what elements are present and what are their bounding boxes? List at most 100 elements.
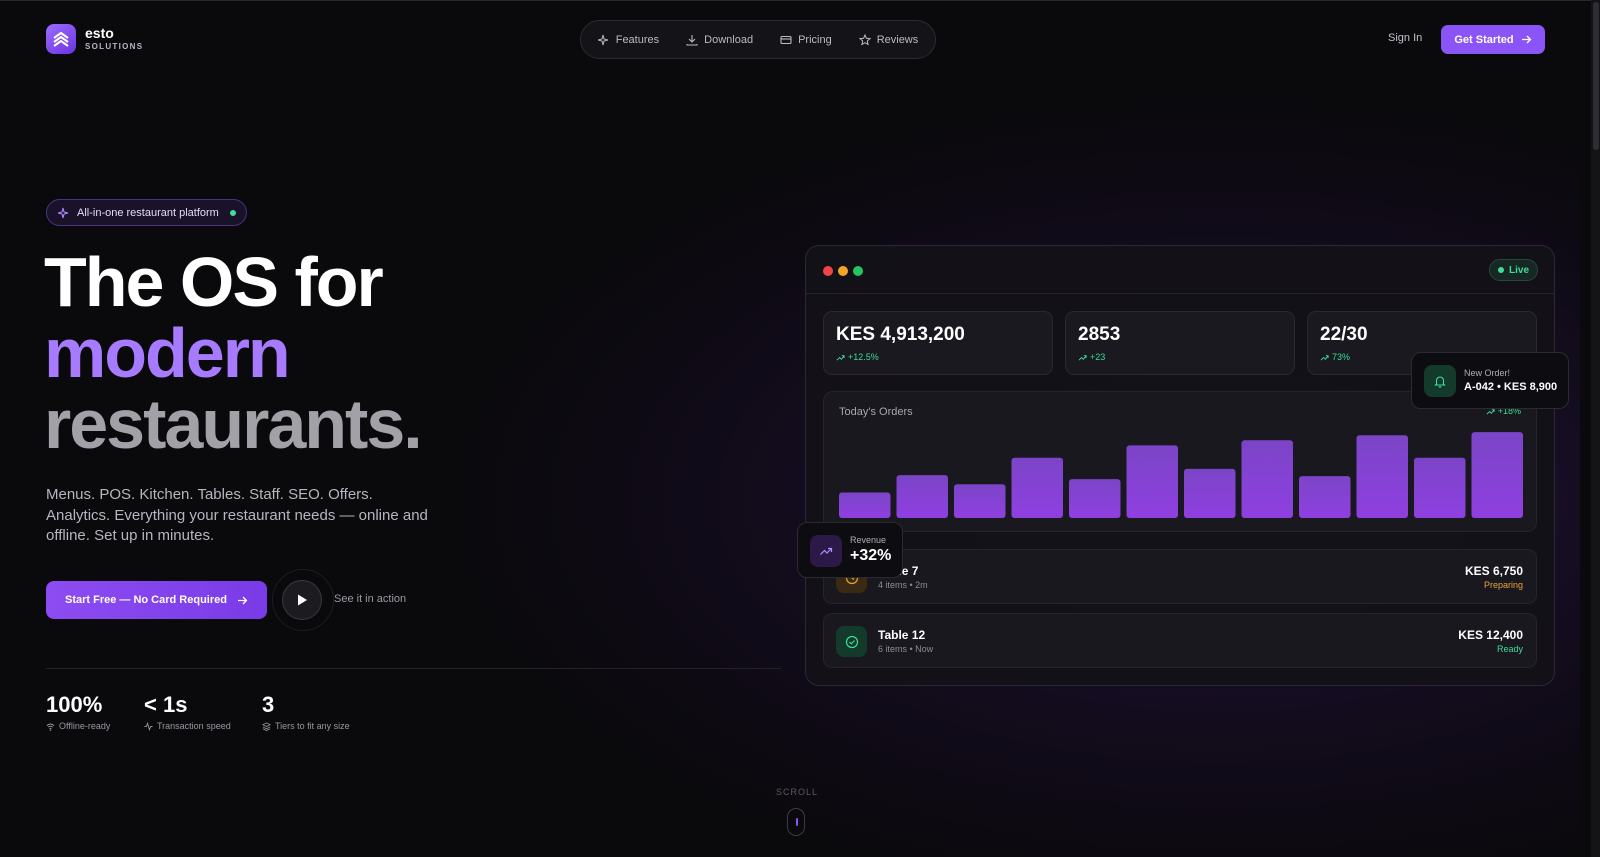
status-dot (229, 209, 236, 216)
order-row-table-12[interactable]: Table 12 6 items • Now KES 12,400 Ready (823, 613, 1537, 668)
chart-bar (954, 484, 1006, 518)
top-border (0, 0, 1600, 1)
chart-bar (896, 475, 948, 518)
kpi-value: KES 4,913,200 (836, 324, 965, 345)
kpi-revenue-card: KES 4,913,200 +12.5% (823, 311, 1053, 375)
headline-line-3: restaurants. (44, 385, 423, 463)
stat-label: Transaction speed (157, 721, 231, 731)
nav-label: Reviews (876, 33, 919, 46)
stat-label: Offline-ready (59, 721, 111, 731)
brand-tagline: SOLUTIONS (85, 41, 144, 51)
trending-up-icon (810, 535, 842, 567)
order-amount: KES 6,750 (1464, 564, 1523, 578)
start-free-label: Start Free — No Card Required (65, 594, 227, 606)
nav-item-download[interactable]: Download (686, 34, 753, 46)
credit-card-icon (780, 35, 792, 44)
chart-bar (1126, 445, 1178, 518)
scroll-wheel (796, 818, 798, 826)
hero-subcopy: Menus. POS. Kitchen. Tables. Staff. SEO.… (46, 486, 428, 544)
sign-in-link[interactable]: Sign In (1388, 32, 1422, 44)
order-status: Ready (1496, 644, 1523, 654)
hero-divider (46, 668, 781, 669)
play-video-button[interactable] (282, 580, 322, 620)
order-details: 4 items • 2m (878, 580, 928, 590)
arrow-right-icon (1521, 35, 1532, 44)
toast-title: New Order! (1464, 368, 1511, 378)
stat-value: < 1s (144, 692, 188, 717)
start-free-button[interactable]: Start Free — No Card Required (46, 581, 267, 619)
maximize-dot-icon (853, 266, 863, 276)
scrollbar-thumb[interactable] (1593, 2, 1599, 150)
close-dot-icon (823, 266, 833, 276)
kpi-value: 22/30 (1320, 324, 1368, 345)
live-badge: Live (1489, 259, 1539, 281)
brand-name: esto (85, 24, 114, 41)
minimize-dot-icon (838, 266, 848, 276)
nav-label: Pricing (798, 33, 832, 46)
window-titlebar: Live (806, 246, 1554, 294)
play-icon (298, 594, 307, 606)
headline-line-2: modern (44, 314, 291, 392)
scroll-indicator[interactable] (787, 808, 805, 836)
nav-item-pricing[interactable]: Pricing (780, 34, 832, 46)
trending-up-icon (836, 354, 845, 361)
wifi-icon (46, 723, 55, 731)
order-details: 6 items • Now (878, 644, 934, 654)
headline-line-1: The OS for (44, 243, 384, 321)
activity-icon (144, 721, 153, 731)
star-icon (858, 33, 871, 46)
dashboard-preview: Live KES 4,913,200 +12.5% 2853 +23 22/30… (805, 245, 1555, 686)
arrow-right-icon (237, 596, 248, 604)
scroll-label: SCROLL (776, 787, 819, 797)
order-table-name: Table 12 (878, 628, 926, 642)
revenue-label: Revenue (850, 535, 887, 545)
order-status: Preparing (1483, 580, 1523, 590)
order-amount: KES 12,400 (1458, 628, 1523, 642)
bell-icon (1424, 365, 1456, 397)
trending-up-icon (1078, 354, 1087, 361)
badge-label: All-in-one restaurant platform (77, 206, 219, 219)
page-scrollbar[interactable] (1591, 0, 1600, 857)
check-circle-icon (836, 626, 867, 657)
main-nav: Features Download Pricing Reviews (580, 20, 936, 59)
sparkles-icon (58, 207, 69, 218)
logo-mark-icon (46, 24, 76, 54)
stat-label: Tiers to fit any size (275, 721, 350, 731)
kpi-delta: 73% (1332, 352, 1351, 362)
stat-tiers: 3 Tiers to fit any size (262, 693, 350, 731)
get-started-button[interactable]: Get Started (1441, 25, 1545, 54)
chart-bar (1241, 440, 1293, 518)
chart-bar (1414, 457, 1466, 518)
trending-up-icon (1320, 354, 1329, 361)
stat-value: 100% (46, 692, 103, 717)
kpi-orders-card: 2853 +23 (1065, 311, 1295, 375)
kpi-delta: +23 (1090, 352, 1106, 362)
chart-bar (1356, 435, 1408, 518)
layers-icon (262, 721, 271, 731)
orders-bar-chart (839, 432, 1523, 518)
chart-bar (839, 492, 891, 518)
new-order-toast: New Order! A-042 • KES 8,900 (1411, 352, 1569, 409)
see-in-action-link[interactable]: See it in action (334, 593, 406, 605)
chart-bar (1471, 432, 1523, 518)
chart-bar (1184, 468, 1236, 518)
chart-title: Today's Orders (839, 406, 913, 418)
chart-bar (1011, 457, 1063, 518)
sparkles-icon (597, 34, 608, 45)
revenue-value: +32% (850, 547, 892, 564)
get-started-label: Get Started (1454, 33, 1514, 46)
nav-label: Download (704, 33, 754, 46)
chart-bar (1299, 476, 1351, 518)
nav-item-reviews[interactable]: Reviews (858, 33, 919, 46)
nav-label: Features (615, 33, 660, 46)
toast-body: A-042 • KES 8,900 (1464, 381, 1558, 393)
stat-offline: 100% Offline-ready (46, 692, 111, 732)
live-dot-icon (1498, 267, 1504, 273)
stat-speed: < 1s Transaction speed (144, 692, 231, 732)
kpi-delta: +12.5% (848, 352, 879, 362)
brand-logo[interactable]: esto SOLUTIONS (46, 24, 143, 54)
nav-item-features[interactable]: Features (597, 33, 660, 46)
chart-bar (1069, 479, 1121, 518)
order-row-table-7[interactable]: Table 7 4 items • 2m KES 6,750 Preparing (823, 549, 1537, 604)
platform-badge: All-in-one restaurant platform (46, 199, 247, 226)
